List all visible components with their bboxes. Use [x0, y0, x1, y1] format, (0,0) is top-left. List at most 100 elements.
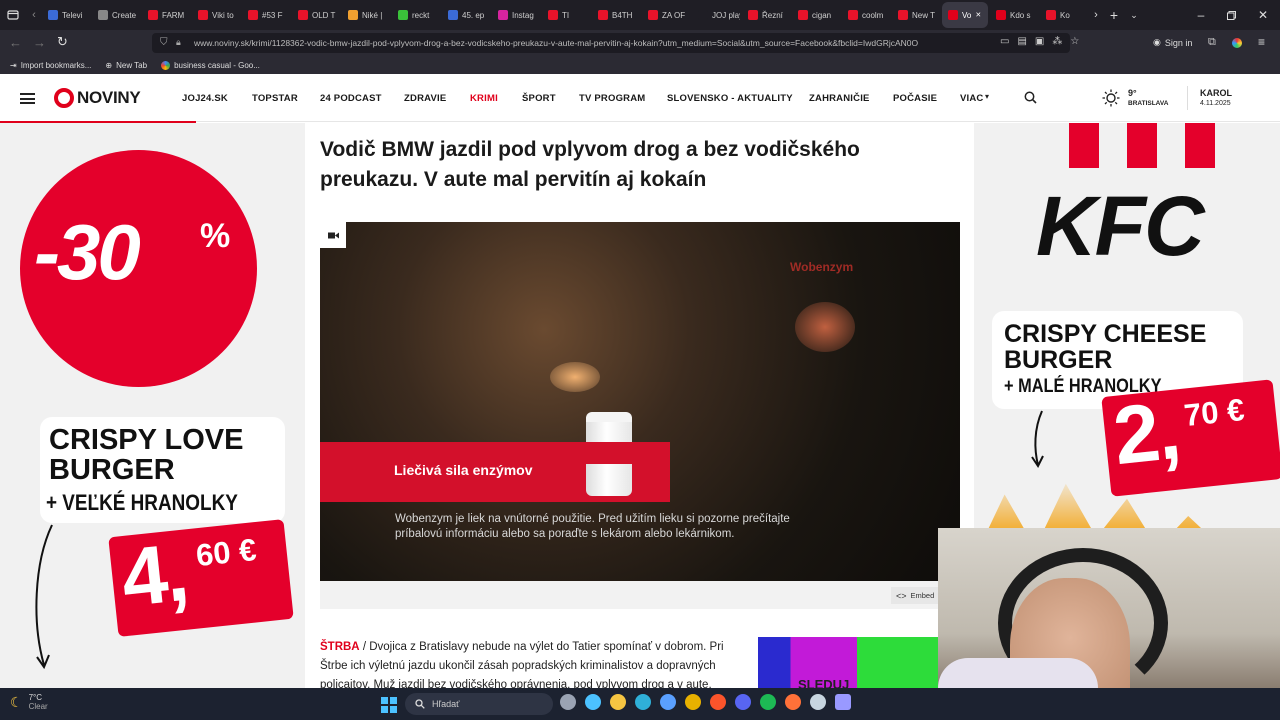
maximize-button[interactable]	[1216, 10, 1246, 20]
google-icon	[161, 60, 171, 70]
tab-favicon-icon	[348, 10, 358, 20]
bookmark-new-tab[interactable]: ⊕ New Tab	[105, 61, 147, 70]
discount-value: -30	[34, 208, 141, 296]
more-chevron-icon[interactable]: ▾	[985, 92, 989, 101]
browser-tab[interactable]: ZA OF	[642, 2, 690, 28]
firefox-icon[interactable]	[785, 694, 801, 710]
nav-link[interactable]: TV PROGRAM	[579, 93, 645, 104]
shield-icon[interactable]: ⛉	[160, 37, 168, 48]
taskbar-search[interactable]: Hľadať	[405, 693, 553, 715]
browser-tab[interactable]: Vo ✕	[942, 2, 988, 28]
code-icon: <>	[896, 590, 907, 601]
taskbar-temp: 7°C	[28, 693, 42, 702]
nav-link[interactable]: JOJ24.SK	[182, 93, 228, 104]
tab-overflow-icon[interactable]: ⌄	[1124, 10, 1144, 21]
edge-icon[interactable]	[635, 694, 651, 710]
profile-icon[interactable]	[1232, 38, 1242, 48]
weather-city: BRATISLAVA	[1128, 100, 1169, 107]
browser-tab[interactable]: cigan	[792, 2, 840, 28]
url-text[interactable]: www.noviny.sk/krimi/1128362-vodic-bmw-ja…	[194, 38, 918, 48]
nav-link[interactable]: SLOVENSKO - AKTUALITY	[667, 93, 793, 104]
promo-banner[interactable]: SLEDUJ	[758, 637, 938, 688]
new-tab-button[interactable]: +	[1104, 7, 1124, 23]
browser-tab[interactable]: #53 F	[242, 2, 290, 28]
bookmark-import[interactable]: ⇥ Import bookmarks...	[10, 61, 91, 70]
sign-in-button[interactable]: ◉ Sign in	[1153, 37, 1192, 48]
browser-tab[interactable]: Ko	[1040, 2, 1088, 28]
taskbar-weather[interactable]: ☾ 7°C Clear	[10, 693, 48, 711]
lock-icon[interactable]: 🔒︎	[176, 37, 181, 48]
browser-tab[interactable]: Create	[92, 2, 140, 28]
tab-favicon-icon	[698, 10, 708, 20]
reload-icon[interactable]: ↻	[57, 34, 68, 50]
tab-label: B4TH	[612, 10, 633, 20]
nav-link[interactable]: ZDRAVIE	[404, 93, 446, 104]
nav-link[interactable]: VIAC	[960, 93, 984, 104]
nav-link[interactable]: 24 PODCAST	[320, 93, 382, 104]
browser-tab[interactable]: Televi	[42, 2, 90, 28]
nav-link[interactable]: ZAHRANIČIE	[809, 93, 870, 104]
tab-list-icon[interactable]	[0, 2, 26, 28]
tab-scroll-right-icon[interactable]: ›	[1088, 9, 1104, 21]
menu-icon[interactable]: ≡	[1258, 35, 1265, 49]
site-logo[interactable]: NOVINY	[54, 88, 141, 108]
weather-widget[interactable]: 9° BRATISLAVA	[1102, 88, 1168, 107]
browser-tab[interactable]: reckt	[392, 2, 440, 28]
spotify-icon[interactable]	[760, 694, 776, 710]
browser-tab[interactable]: coolm	[842, 2, 890, 28]
brave-icon[interactable]	[710, 694, 726, 710]
nav-link[interactable]: POČASIE	[893, 93, 937, 104]
screenshot-icon[interactable]: ▣	[1035, 36, 1044, 47]
browser-tab[interactable]: B4TH	[592, 2, 640, 28]
translate-icon[interactable]: ⁂	[1052, 36, 1062, 47]
search-icon[interactable]	[1024, 91, 1037, 109]
tab-label: cigan	[812, 10, 832, 20]
steam-icon[interactable]	[810, 694, 826, 710]
browser-tab[interactable]: OLD T	[292, 2, 340, 28]
task-view-icon[interactable]	[560, 694, 576, 710]
browser-tab[interactable]: Instag	[492, 2, 540, 28]
discord-icon[interactable]	[735, 694, 751, 710]
tab-label: TI	[562, 10, 570, 20]
browser-tab[interactable]: Niké |	[342, 2, 390, 28]
minimize-button[interactable]: –	[1186, 8, 1216, 22]
tab-scroll-left-icon[interactable]: ‹	[26, 9, 42, 21]
browser-tab[interactable]: Viki to	[192, 2, 240, 28]
browser-tab[interactable]: FARM	[142, 2, 190, 28]
video-brand-logo: Wobenzym	[790, 260, 854, 274]
nav-link[interactable]: KRIMI	[470, 93, 498, 104]
start-button[interactable]	[381, 697, 397, 713]
browser-tab[interactable]: JOJ play	[692, 2, 740, 28]
nav-link[interactable]: ŠPORT	[522, 93, 556, 104]
forward-icon[interactable]: →	[33, 35, 46, 50]
premiere-icon[interactable]	[835, 694, 851, 710]
browser-tab[interactable]: New T	[892, 2, 940, 28]
picture-in-picture-icon[interactable]: ▭	[1000, 36, 1009, 47]
extensions-icon[interactable]: ⧉	[1208, 36, 1216, 49]
close-window-button[interactable]: ✕	[1246, 8, 1280, 22]
video-player[interactable]: Wobenzym Liečivá sila enzýmov Wobenzym j…	[320, 222, 960, 581]
file-explorer-icon[interactable]	[610, 694, 626, 710]
widgets-icon[interactable]	[585, 694, 601, 710]
tab-label: New T	[912, 10, 935, 20]
photos-icon[interactable]	[660, 694, 676, 710]
browser-tab[interactable]: Kdo s	[990, 2, 1038, 28]
article-body: ŠTRBA / Dvojica z Bratislavy nebude na v…	[320, 638, 740, 688]
chrome-icon[interactable]	[685, 694, 701, 710]
url-bar[interactable]: ⛉ 🔒︎ www.noviny.sk/krimi/1128362-vodic-b…	[152, 33, 1070, 53]
close-tab-icon[interactable]: ✕	[975, 11, 981, 19]
tab-strip: Televi Create FARM Viki to #53 F OLD T Niké | r…	[42, 0, 1088, 30]
tab-favicon-icon	[648, 10, 658, 20]
article-location[interactable]: ŠTRBA	[320, 641, 360, 653]
left-advertisement[interactable]: -30 % CRISPY LOVE BURGER + VEĽKÉ HRANOLK…	[0, 123, 305, 688]
reader-view-icon[interactable]: ▤	[1017, 36, 1026, 47]
bookmark-business-casual[interactable]: business casual - Goo...	[161, 60, 260, 70]
browser-tab[interactable]: 45. ep	[442, 2, 490, 28]
embed-button[interactable]: <> Embed	[891, 587, 940, 604]
back-icon[interactable]: ←	[9, 35, 22, 50]
browser-tab[interactable]: Řezní	[742, 2, 790, 28]
hamburger-menu-icon[interactable]	[20, 93, 35, 104]
browser-tab[interactable]: TI	[542, 2, 590, 28]
bookmark-star-icon[interactable]: ☆	[1070, 36, 1079, 47]
nav-link[interactable]: TOPSTAR	[252, 93, 298, 104]
